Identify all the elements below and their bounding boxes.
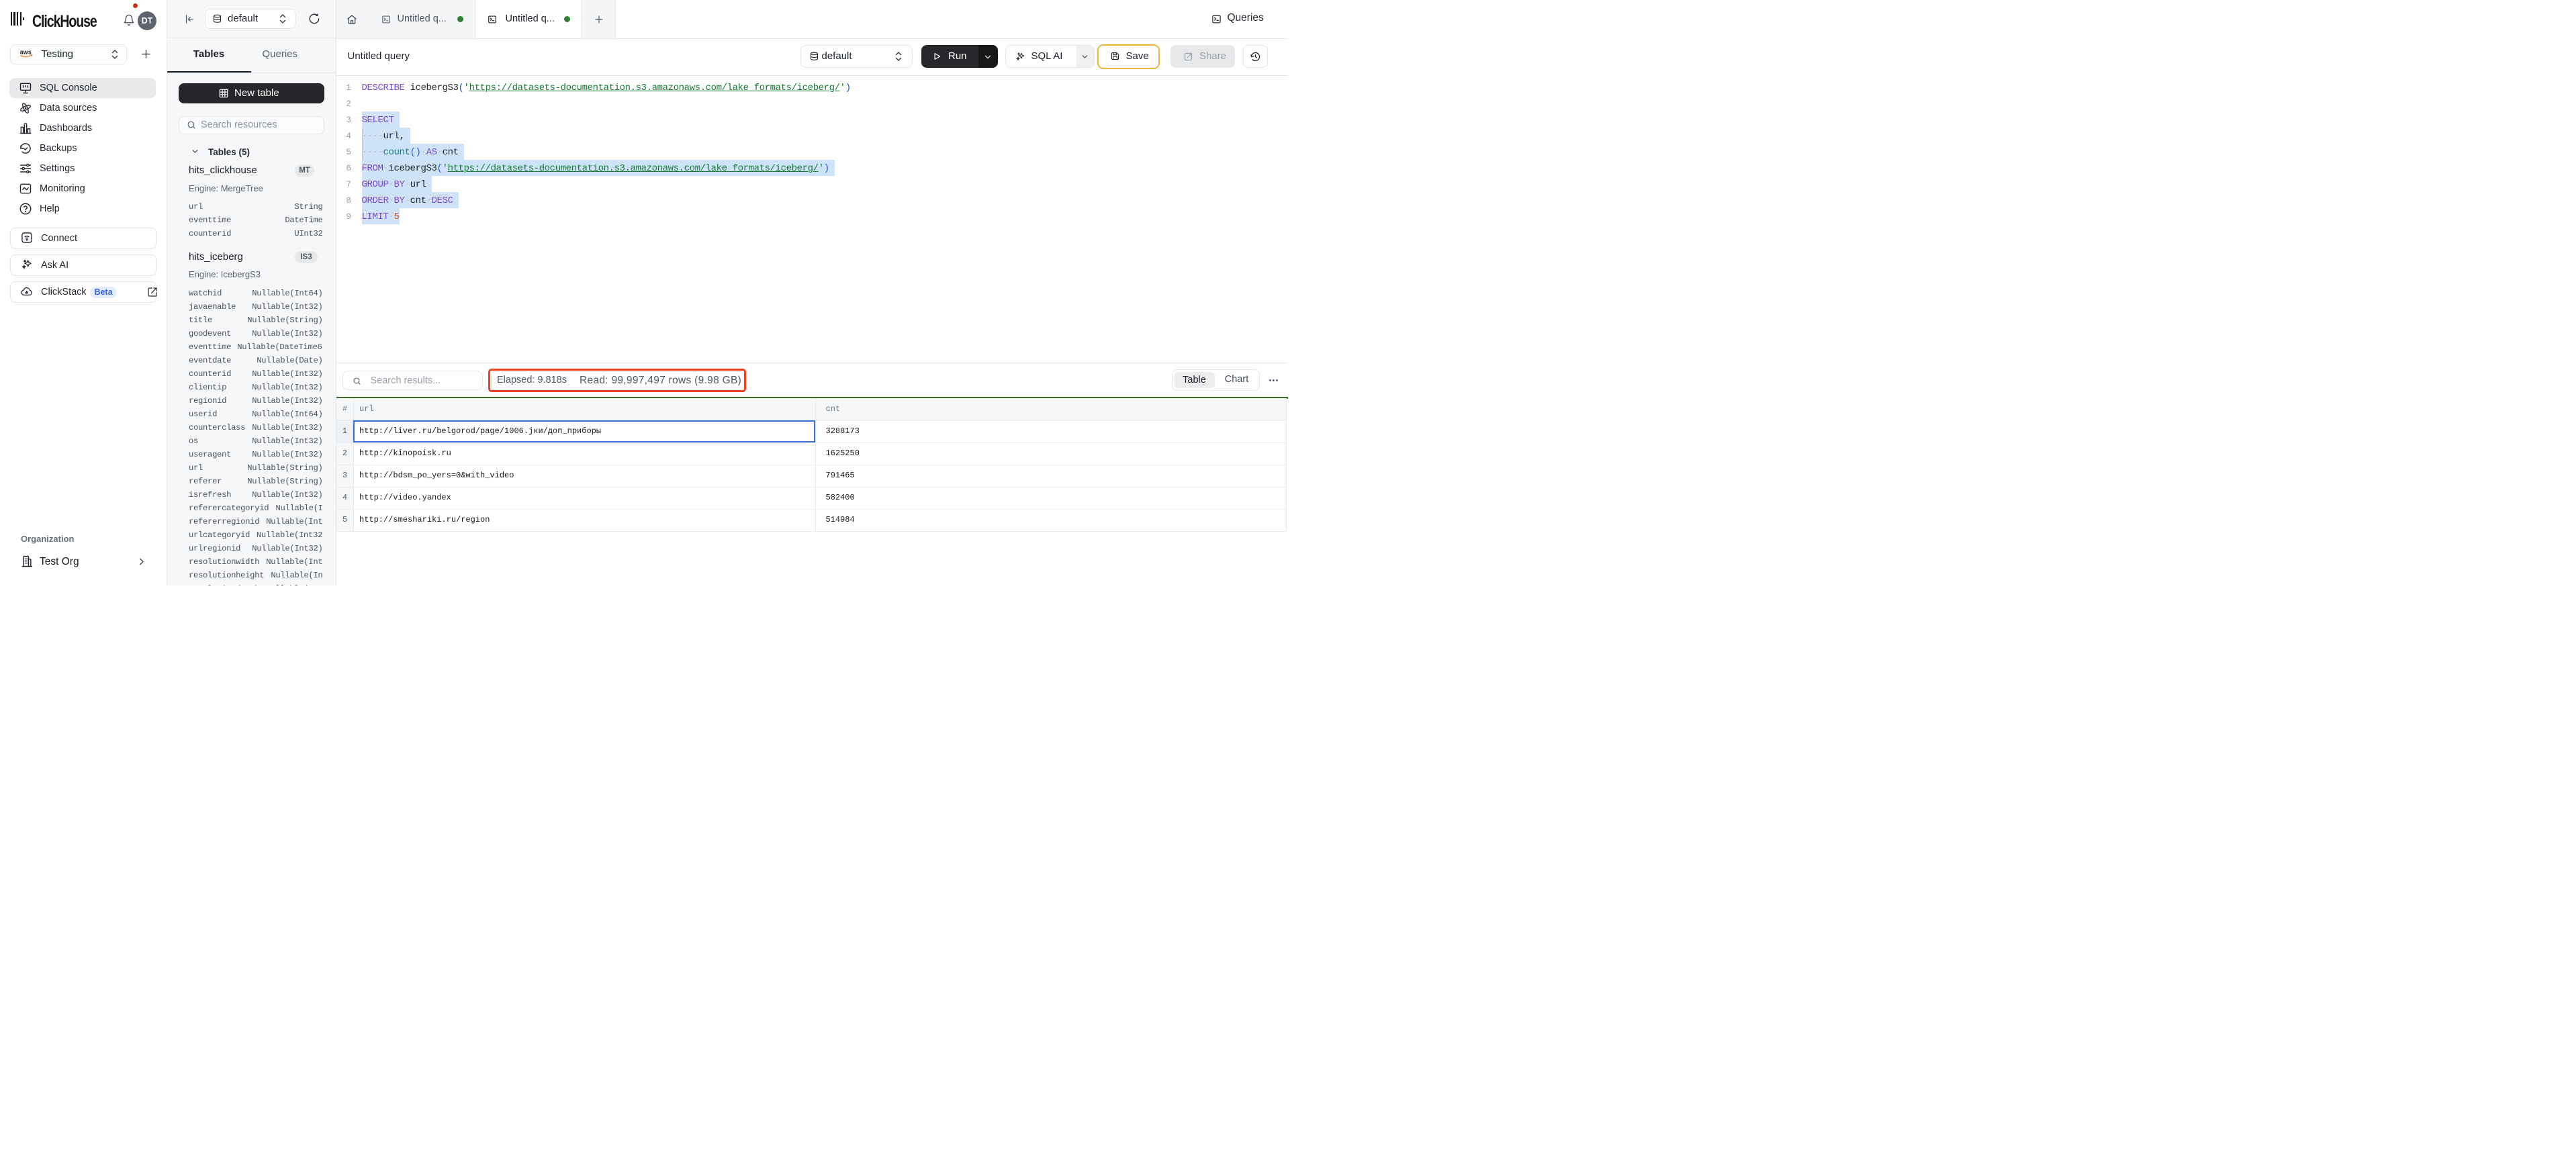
svg-text:aws: aws: [19, 48, 31, 55]
